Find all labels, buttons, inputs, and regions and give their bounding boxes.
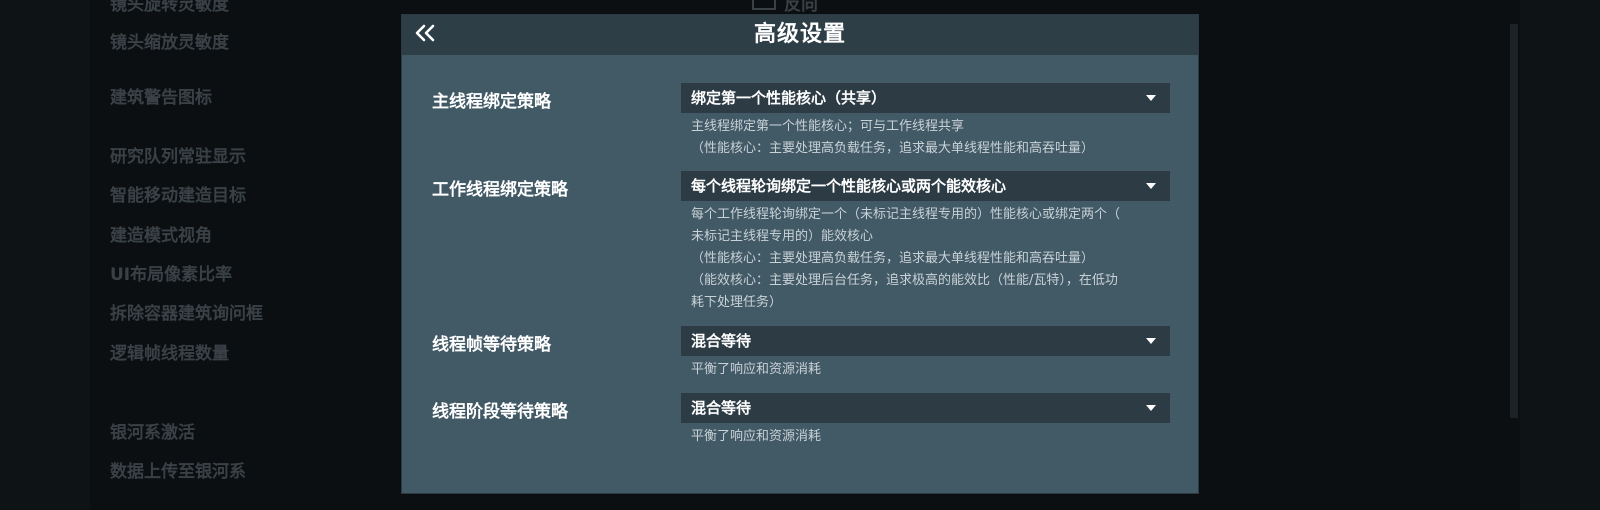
background-setting-item: UI布局像素比率 [110, 265, 233, 285]
thread-stage-wait-description: 平衡了响应和资源消耗 [691, 426, 1171, 448]
thread-frame-wait-description: 平衡了响应和资源消耗 [691, 359, 1171, 381]
select-value: 每个线程轮询绑定一个性能核心或两个能效核心 [691, 177, 1007, 195]
thread-frame-wait-label: 线程帧等待策略 [432, 335, 551, 355]
worker-thread-binding-label: 工作线程绑定策略 [432, 180, 568, 200]
advanced-settings-dialog: 高级设置 主线程绑定策略 绑定第一个性能核心（共享） 主线程绑定第一个性能核心；… [402, 15, 1198, 493]
description-line: 主线程绑定第一个性能核心；可与工作线程共享 [691, 119, 965, 134]
select-value: 绑定第一个性能核心（共享） [691, 89, 887, 107]
background-setting-item: 智能移动建造目标 [110, 186, 246, 206]
worker-thread-binding-description: 每个工作线程轮询绑定一个（未标记主线程专用的）性能核心或绑定两个（ 未标记主线程… [691, 204, 1171, 314]
screen: 镜头旋转灵敏度 反向 镜头缩放灵敏度 建筑警告图标 研究队列常驻显示 智能移动建… [0, 0, 1600, 510]
select-value: 混合等待 [691, 399, 752, 417]
thread-stage-wait-select[interactable]: 混合等待 [681, 393, 1170, 423]
description-line: 每个工作线程轮询绑定一个（未标记主线程专用的）性能核心或绑定两个（ [691, 207, 1121, 222]
background-setting-item: 拆除容器建筑询问框 [110, 304, 263, 324]
background-scrollbar [1510, 24, 1518, 418]
background-invert-label: 反向 [784, 0, 818, 15]
thread-frame-wait-select[interactable]: 混合等待 [681, 326, 1170, 356]
caret-down-icon [1146, 95, 1156, 101]
description-line: （性能核心：主要处理高负载任务，追求最大单线程性能和高吞吐量） [691, 251, 1095, 266]
background-setting-item: 建造模式视角 [110, 226, 212, 246]
description-line: （性能核心：主要处理高负载任务，追求最大单线程性能和高吞吐量） [691, 141, 1095, 156]
main-thread-binding-description: 主线程绑定第一个性能核心；可与工作线程共享 （性能核心：主要处理高负载任务，追求… [691, 116, 1171, 160]
background-setting-item: 研究队列常驻显示 [110, 147, 246, 167]
background-setting-item: 数据上传至银河系 [110, 462, 246, 482]
thread-stage-wait-label: 线程阶段等待策略 [432, 402, 568, 422]
background-checkbox [752, 0, 776, 10]
description-line: 平衡了响应和资源消耗 [691, 429, 822, 444]
main-thread-binding-label: 主线程绑定策略 [432, 92, 551, 112]
description-line: （能效核心：主要处理后台任务，追求极高的能效比（性能/瓦特），在低功 [691, 273, 1118, 288]
background-setting-item: 镜头缩放灵敏度 [110, 33, 229, 53]
background-setting-item: 建筑警告图标 [110, 88, 212, 108]
main-thread-binding-select[interactable]: 绑定第一个性能核心（共享） [681, 83, 1170, 113]
background-setting-item: 银河系激活 [110, 423, 195, 443]
description-line: 未标记主线程专用的）能效核心 [691, 229, 874, 244]
worker-thread-binding-select[interactable]: 每个线程轮询绑定一个性能核心或两个能效核心 [681, 171, 1170, 201]
dialog-title: 高级设置 [753, 22, 846, 47]
description-line: 平衡了响应和资源消耗 [691, 362, 822, 377]
background-edge-right [1520, 0, 1600, 510]
background-edge-left [0, 0, 90, 510]
double-chevron-left-icon [414, 24, 436, 46]
caret-down-icon [1146, 338, 1156, 344]
caret-down-icon [1146, 183, 1156, 189]
background-setting-item: 逻辑帧线程数量 [110, 344, 229, 364]
select-value: 混合等待 [691, 332, 752, 350]
description-line: 耗下处理任务） [691, 295, 783, 310]
back-button[interactable] [410, 21, 440, 49]
caret-down-icon [1146, 405, 1156, 411]
